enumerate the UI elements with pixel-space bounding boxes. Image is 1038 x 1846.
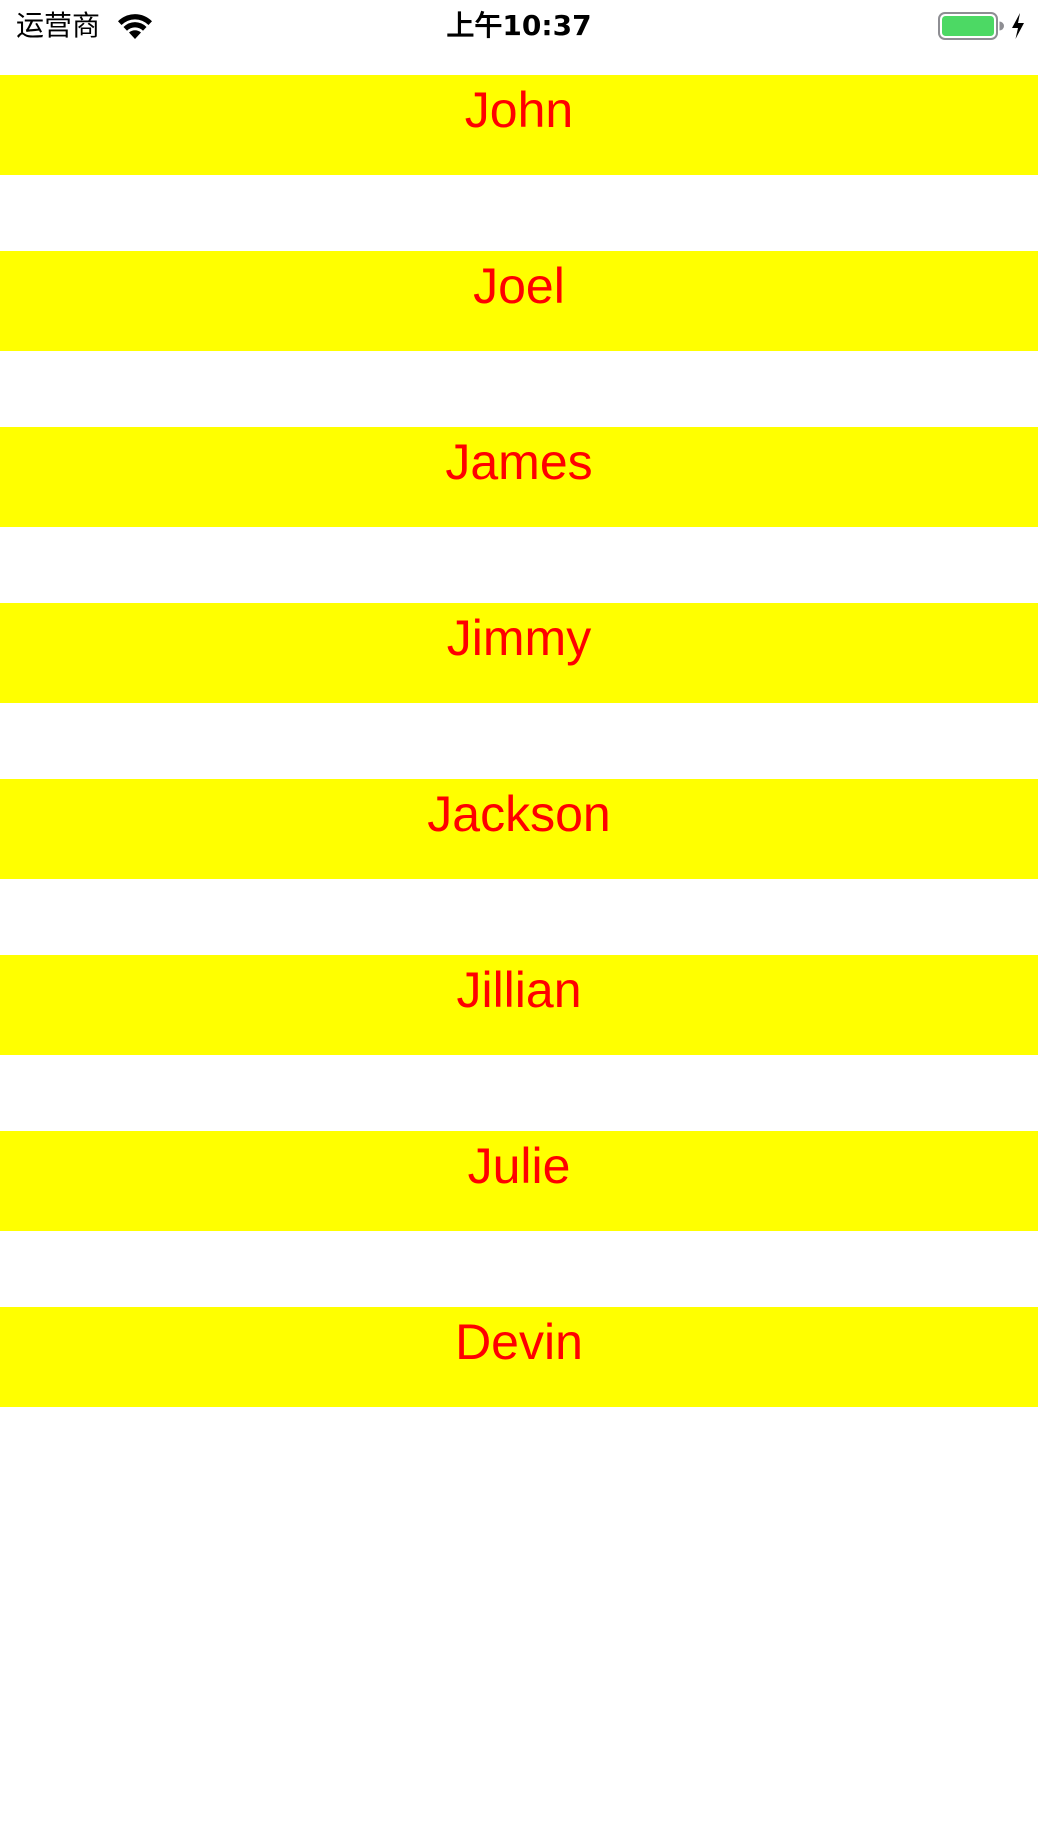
list-item[interactable]: James <box>0 427 1038 527</box>
status-bar: 运营商 上午10:37 <box>0 0 1038 54</box>
list-item-label: James <box>445 434 593 490</box>
battery-icon <box>938 12 1004 40</box>
list-item[interactable]: Jillian <box>0 955 1038 1055</box>
list-item-label: John <box>464 82 574 138</box>
list-item[interactable]: Jimmy <box>0 603 1038 703</box>
list-item[interactable]: Joel <box>0 251 1038 351</box>
charging-bolt-icon <box>1012 13 1024 39</box>
list-item[interactable]: John <box>0 75 1038 175</box>
list-item[interactable]: Julie <box>0 1131 1038 1231</box>
name-list: John Joel James Jimmy Jackson Jillian Ju… <box>0 75 1038 1483</box>
list-item-label: Jimmy <box>446 610 592 666</box>
list-item-label: Jillian <box>456 962 582 1018</box>
list-item-label: Joel <box>473 258 565 314</box>
status-time: 上午10:37 <box>446 9 592 42</box>
list-item-label: Jackson <box>427 786 611 842</box>
list-item-label: Devin <box>455 1314 583 1370</box>
battery-group <box>938 12 1026 40</box>
list-item[interactable]: Jackson <box>0 779 1038 879</box>
list-item[interactable]: Devin <box>0 1307 1038 1407</box>
list-item-label: Julie <box>467 1138 571 1194</box>
